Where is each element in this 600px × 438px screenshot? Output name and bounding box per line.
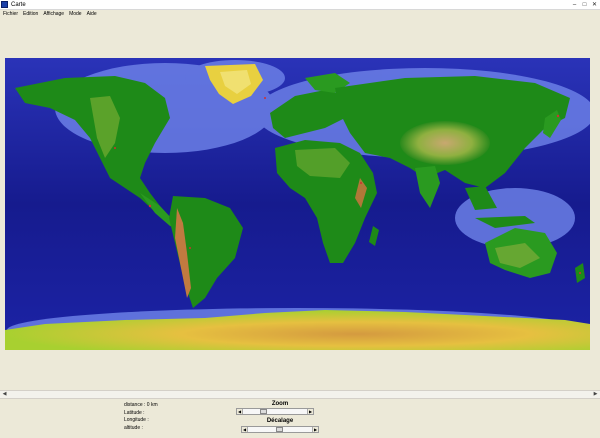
- menu-affichage[interactable]: Affichage: [43, 10, 64, 18]
- decalage-right-icon[interactable]: ▶: [312, 427, 318, 432]
- menu-edition[interactable]: Edition: [23, 10, 38, 18]
- decalage-left-icon[interactable]: ◀: [242, 427, 248, 432]
- menu-bar: Fichier Edition Affichage Mode Aide: [0, 10, 600, 18]
- maximize-icon[interactable]: □: [580, 1, 589, 9]
- info-panel: distance : 0 km Latitude : Longitude : a…: [124, 402, 158, 432]
- window-title: Carte: [11, 2, 26, 8]
- close-icon[interactable]: ✕: [590, 1, 599, 9]
- menu-mode[interactable]: Mode: [69, 10, 82, 18]
- zoom-label: Zoom: [271, 401, 289, 407]
- zoom-right-icon[interactable]: ▶: [307, 409, 313, 414]
- horizontal-scrollbar[interactable]: ◀ ▶: [0, 390, 600, 399]
- zoom-thumb[interactable]: [260, 409, 267, 414]
- zoom-slider[interactable]: ◀ ▶: [236, 408, 314, 415]
- zoom-left-icon[interactable]: ◀: [237, 409, 243, 414]
- app-icon: [1, 1, 8, 8]
- menu-fichier[interactable]: Fichier: [3, 10, 18, 18]
- decalage-thumb[interactable]: [276, 427, 283, 432]
- decalage-slider[interactable]: ◀ ▶: [241, 426, 319, 433]
- world-map-image: [5, 58, 590, 350]
- scroll-left-icon[interactable]: ◀: [0, 391, 9, 398]
- decalage-label: Décalage: [266, 418, 294, 424]
- altitude-readout: altitude :: [124, 424, 143, 431]
- title-bar: Carte – □ ✕: [0, 0, 600, 10]
- minimize-icon[interactable]: –: [570, 1, 579, 9]
- scroll-right-icon[interactable]: ▶: [591, 391, 600, 398]
- distance-readout: distance : 0 km: [124, 402, 158, 408]
- menu-aide[interactable]: Aide: [87, 10, 97, 18]
- latitude-readout: Latitude :: [124, 409, 145, 416]
- longitude-readout: Longitude :: [124, 417, 149, 423]
- world-map[interactable]: [5, 58, 590, 350]
